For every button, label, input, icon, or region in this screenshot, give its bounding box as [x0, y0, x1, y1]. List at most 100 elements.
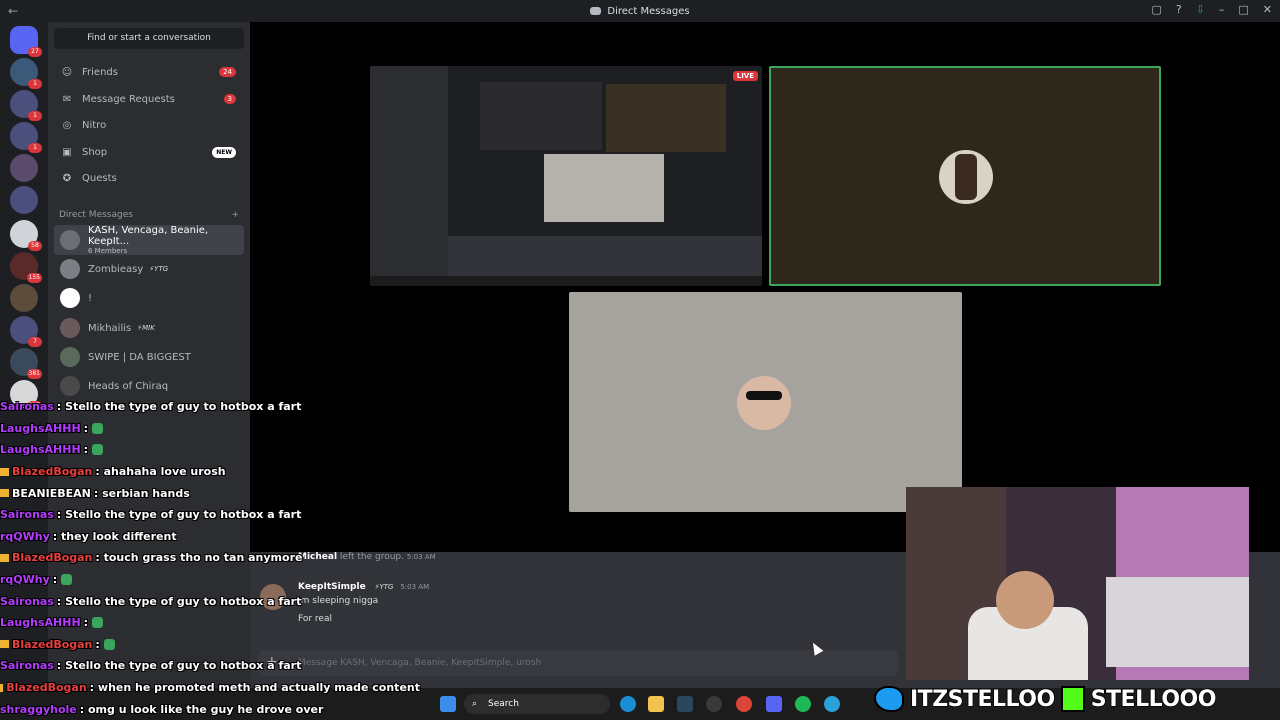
guild-badge: 27	[28, 47, 42, 57]
dm-item[interactable]: Zombieasy ⚡YTG	[54, 255, 244, 283]
screen-share-tile[interactable]: LIVE	[370, 66, 762, 286]
find-conversation-button[interactable]: Find or start a conversation	[54, 28, 244, 49]
edge-icon[interactable]	[620, 696, 636, 712]
chat-text: : ahahaha love urosh	[95, 465, 226, 479]
guild-badge: 1	[28, 143, 42, 153]
nav-shop[interactable]: ▣ Shop NEW	[54, 140, 244, 164]
avatar	[60, 288, 80, 308]
window-title: Direct Messages	[607, 5, 690, 17]
live-badge: LIVE	[732, 71, 758, 81]
chat-message: Saironas: Stello the type of guy to hotb…	[0, 504, 420, 526]
dm-name: Mikhailis	[88, 322, 132, 334]
chat-message: BEANIEBEAN: serbian hands	[0, 482, 420, 504]
server-icon[interactable]: 7	[10, 316, 42, 347]
chat-emote-icon	[92, 444, 104, 456]
minimize-button[interactable]: –	[1219, 3, 1225, 16]
spotify-icon[interactable]	[795, 696, 811, 712]
inbox-icon[interactable]: ▢	[1151, 3, 1161, 16]
chat-text: :	[83, 616, 89, 630]
chat-message: LaughsAHHH:	[0, 612, 420, 634]
friends-icon: ☺	[61, 66, 73, 78]
webcam-overlay	[906, 487, 1249, 680]
chat-message: Saironas: Stello the type of guy to hotb…	[0, 655, 420, 677]
back-arrow-icon[interactable]: ←	[8, 4, 18, 18]
nav-message-requests[interactable]: ✉ Message Requests 3	[54, 87, 244, 111]
nav-quests[interactable]: ✪ Quests	[54, 166, 244, 190]
chat-username: Saironas	[0, 659, 54, 673]
telegram-icon[interactable]	[824, 696, 840, 712]
dm-item[interactable]: Mikhailis ⚡MIK	[54, 314, 244, 342]
close-button[interactable]: ✕	[1263, 3, 1272, 16]
server-icon[interactable]	[10, 154, 38, 182]
discord-logo-icon	[590, 7, 602, 15]
server-icon[interactable]: 1	[10, 122, 42, 153]
dm-name: KASH, Vencaga, Beanie, KeepIt...	[88, 225, 209, 247]
video-tile-speaking[interactable]	[769, 66, 1161, 286]
steam-icon[interactable]	[677, 696, 693, 712]
server-icon[interactable]: 381	[10, 348, 42, 379]
obs-icon[interactable]	[706, 696, 722, 712]
dm-member-count: 6 Members	[88, 247, 128, 255]
maximize-button[interactable]: □	[1238, 3, 1248, 16]
chat-message: shraggyhole: omg u look like the guy he …	[0, 698, 420, 720]
chat-username: BEANIEBEAN	[12, 486, 91, 500]
dm-item-group[interactable]: KASH, Vencaga, Beanie, KeepIt... 6 Member…	[54, 225, 244, 255]
dm-name: Heads of Chiraq	[88, 380, 169, 392]
nav-label: Quests	[82, 172, 117, 184]
home-button[interactable]: 27	[10, 26, 42, 57]
friends-badge: 24	[219, 67, 236, 77]
file-explorer-icon[interactable]	[648, 696, 664, 712]
avatar	[746, 391, 782, 400]
webcam-feed	[996, 571, 1054, 629]
avatar	[737, 376, 791, 430]
chat-emote-icon	[92, 617, 104, 629]
help-icon[interactable]: ?	[1176, 3, 1182, 16]
server-icon[interactable]: 58	[10, 220, 42, 251]
clan-tag: ⚡YTG	[149, 265, 169, 273]
video-tile[interactable]	[569, 292, 962, 512]
chat-text: :	[52, 573, 58, 587]
server-icon[interactable]: 1	[10, 58, 42, 89]
download-icon[interactable]: ⇩	[1196, 3, 1205, 16]
server-icon[interactable]	[10, 186, 38, 214]
chrome-icon[interactable]	[736, 696, 752, 712]
crown-badge-icon	[0, 640, 9, 649]
guild-badge: 7	[28, 337, 42, 347]
chat-username: Saironas	[0, 594, 54, 608]
chat-username: LaughsAHHH	[0, 616, 81, 630]
chat-text: :	[83, 421, 89, 435]
avatar	[60, 259, 80, 279]
avatar	[60, 347, 80, 367]
chat-text: :	[95, 637, 100, 651]
social-banner: ITZSTELLOO STELLOOO	[874, 681, 1270, 717]
chat-message: BlazedBogan: touch grass tho no tan anym…	[0, 547, 420, 569]
guild-badge: 1	[28, 79, 42, 89]
avatar	[955, 154, 977, 200]
chat-username: Saironas	[0, 400, 54, 414]
dm-item[interactable]: !	[54, 284, 244, 312]
nav-friends[interactable]: ☺ Friends 24	[54, 60, 244, 84]
avatar	[60, 376, 80, 396]
server-icon[interactable]: 1	[10, 90, 42, 121]
chat-username: rqQWhy	[0, 529, 50, 543]
server-icon[interactable]	[10, 284, 38, 312]
chat-username: BlazedBogan	[12, 465, 93, 479]
nav-nitro[interactable]: ◎ Nitro	[54, 113, 244, 137]
chat-emote-icon	[92, 422, 104, 434]
guild-badge: 155	[26, 273, 42, 283]
taskbar-search[interactable]: ⌕ Search	[464, 694, 610, 714]
chat-emote-icon	[61, 574, 73, 586]
chat-text: : Stello the type of guy to hotbox a far…	[56, 400, 302, 414]
dm-item[interactable]: SWIPE | DA BIGGEST	[54, 343, 244, 371]
server-icon[interactable]: 155	[10, 252, 42, 283]
discord-icon[interactable]	[766, 696, 782, 712]
chat-text: : touch grass tho no tan anymore	[95, 551, 303, 565]
create-dm-plus-icon[interactable]: +	[231, 210, 239, 220]
requests-badge: 3	[223, 94, 236, 104]
windows-start-icon[interactable]	[440, 696, 456, 712]
chat-text: : when he promoted meth and actually mad…	[89, 681, 420, 695]
search-label: Search	[488, 699, 519, 709]
shared-screen-preview	[480, 82, 602, 150]
chat-username: BlazedBogan	[12, 551, 93, 565]
mail-icon: ✉	[62, 93, 72, 105]
